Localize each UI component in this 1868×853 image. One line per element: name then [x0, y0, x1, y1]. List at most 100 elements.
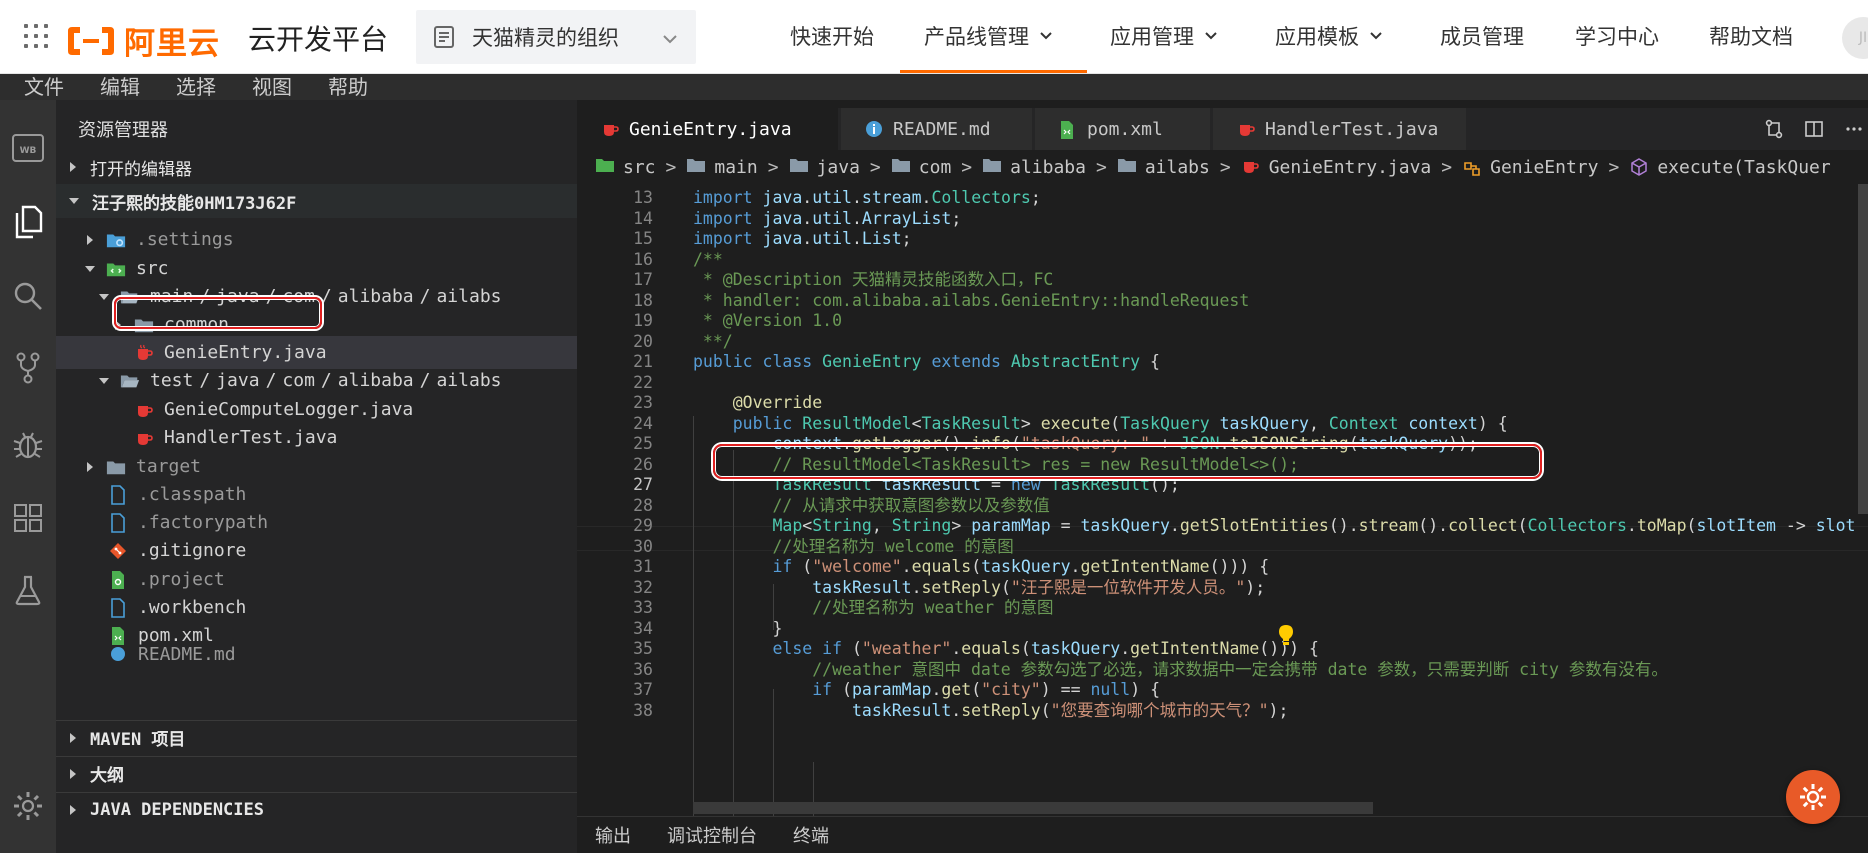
source-control-icon[interactable]: [6, 346, 50, 390]
chevron-down-icon: [99, 293, 109, 300]
avatar[interactable]: JI: [1842, 17, 1868, 59]
breadcrumb-item[interactable]: com: [891, 157, 951, 178]
tree-file-readme[interactable]: README.md: [56, 644, 577, 664]
path-segment: alibaba: [337, 370, 414, 391]
menu-file[interactable]: 文件: [24, 76, 64, 100]
tab-readme[interactable]: README.md: [841, 108, 1033, 150]
breadcrumb-item[interactable]: GenieEntry.java: [1241, 157, 1431, 178]
code-editor[interactable]: 13 import java.util.stream.Collectors; 14 i…: [577, 184, 1868, 816]
tree-label: HandlerTest.java: [164, 427, 338, 448]
breadcrumb-label: src: [623, 156, 656, 178]
tree-label: .gitignore: [138, 540, 247, 561]
workbench-icon[interactable]: WB: [6, 126, 50, 170]
compare-changes-icon[interactable]: [1764, 119, 1784, 139]
section-maven[interactable]: MAVEN 项目: [56, 720, 577, 754]
lightbulb-icon[interactable]: [1277, 624, 1295, 650]
gear-icon: [1800, 784, 1826, 810]
settings-folder-icon: [106, 230, 126, 250]
tab-genie-entry[interactable]: GenieEntry.java: [577, 108, 839, 150]
extensions-icon[interactable]: [6, 496, 50, 540]
nav-label: 帮助文档: [1709, 25, 1793, 49]
chevron-down-icon: [1040, 32, 1052, 40]
debug-icon[interactable]: [6, 422, 50, 466]
split-editor-icon[interactable]: [1804, 119, 1824, 139]
explorer-files-icon[interactable]: [6, 200, 50, 244]
info-file-icon: [108, 644, 128, 664]
section-label: 汪子熙的技能0HM173J62F: [92, 193, 297, 214]
file-icon: [108, 484, 128, 505]
search-icon[interactable]: [6, 274, 50, 318]
nav-learning-center[interactable]: 学习中心: [1575, 21, 1659, 51]
panel-tab-output[interactable]: 输出: [595, 822, 631, 848]
chevron-right-icon: [70, 162, 76, 172]
apps-grid-icon[interactable]: [24, 24, 48, 48]
java-file-icon: [134, 428, 154, 448]
nav-label: 学习中心: [1575, 25, 1659, 49]
floating-settings-button[interactable]: [1786, 770, 1840, 824]
folder-icon: [789, 157, 809, 177]
path-segment: com: [282, 370, 315, 391]
editor-tabs: GenieEntry.java README.md pom.xml Handle…: [577, 108, 1868, 150]
aliyun-logo[interactable]: 阿里云: [66, 18, 220, 63]
explorer-title: 资源管理器: [78, 120, 168, 141]
nav-app-management[interactable]: 应用管理: [1110, 21, 1218, 51]
nav-product-line[interactable]: 产品线管理: [924, 21, 1053, 51]
xml-file-icon: [108, 626, 128, 646]
java-file-icon: [1241, 157, 1261, 177]
breadcrumb-item[interactable]: main: [686, 157, 758, 178]
folder-open-icon: [120, 371, 140, 391]
chevron-down-icon: [1370, 32, 1382, 40]
git-icon: [108, 541, 128, 561]
menu-view[interactable]: 视图: [252, 76, 292, 100]
tab-handler-test[interactable]: HandlerTest.java: [1213, 108, 1467, 150]
breadcrumb-item[interactable]: alibaba: [982, 157, 1086, 178]
more-actions-icon[interactable]: [1844, 119, 1864, 139]
src-folder-icon: [595, 157, 615, 177]
section-open-editors[interactable]: 打开的编辑器: [56, 150, 577, 184]
folder-icon: [686, 157, 706, 177]
menu-help[interactable]: 帮助: [328, 76, 368, 100]
menu-edit[interactable]: 编辑: [100, 76, 140, 100]
chevron-right-icon: [70, 732, 76, 743]
section-outline[interactable]: 大纲: [56, 756, 577, 790]
chevron-right-icon: [87, 234, 93, 245]
vertical-scrollbar[interactable]: [1858, 184, 1868, 514]
section-java-dependencies[interactable]: JAVA DEPENDENCIES: [56, 792, 577, 826]
panel-tab-terminal[interactable]: 终端: [793, 822, 829, 848]
horizontal-scrollbar[interactable]: [693, 802, 1373, 814]
section-label: 打开的编辑器: [90, 159, 192, 180]
tree-label: pom.xml: [138, 625, 214, 646]
nav-app-templates[interactable]: 应用模板: [1275, 21, 1383, 51]
section-label: 大纲: [90, 766, 124, 786]
nav-members[interactable]: 成员管理: [1440, 21, 1524, 51]
panel-tab-debug-console[interactable]: 调试控制台: [667, 822, 757, 848]
testing-flask-icon[interactable]: [6, 568, 50, 612]
chevron-down-icon: [662, 30, 678, 49]
settings-gear-icon[interactable]: [6, 784, 50, 828]
breadcrumb-item[interactable]: src: [595, 157, 656, 178]
java-file-icon: [1237, 120, 1255, 138]
tab-pom[interactable]: pom.xml: [1035, 108, 1211, 150]
tab-label: HandlerTest.java: [1265, 118, 1439, 140]
tree-label: GenieComputeLogger.java: [164, 399, 414, 420]
organization-selector[interactable]: 天猫精灵的组织: [416, 10, 696, 64]
chevron-down-icon: [1205, 32, 1217, 40]
tree-label: .factorypath: [138, 512, 269, 533]
section-label: MAVEN 项目: [90, 730, 186, 750]
folder-icon: [1117, 157, 1137, 177]
code-line[interactable]: 38 taskResult.setReply("您要查询哪个城市的天气？");: [577, 699, 1868, 724]
java-file-icon: [601, 120, 619, 138]
breadcrumb-item[interactable]: ailabs: [1117, 157, 1210, 178]
breadcrumb-item[interactable]: java: [789, 157, 860, 178]
tab-label: GenieEntry.java: [629, 118, 792, 140]
section-project[interactable]: 汪子熙的技能0HM173J62F: [56, 184, 577, 218]
nav-quick-start[interactable]: 快速开始: [790, 21, 874, 51]
breadcrumb-item[interactable]: execute(TaskQuer: [1629, 157, 1831, 178]
path-segment: ailabs: [436, 370, 502, 391]
bottom-panel-tabs: 输出 调试控制台 终端: [577, 816, 1868, 853]
nav-help-docs[interactable]: 帮助文档: [1709, 21, 1793, 51]
breadcrumb-item[interactable]: GenieEntry: [1462, 157, 1598, 178]
menu-selection[interactable]: 选择: [176, 76, 216, 100]
file-icon: [108, 512, 128, 533]
breadcrumb-label: alibaba: [1010, 156, 1086, 178]
